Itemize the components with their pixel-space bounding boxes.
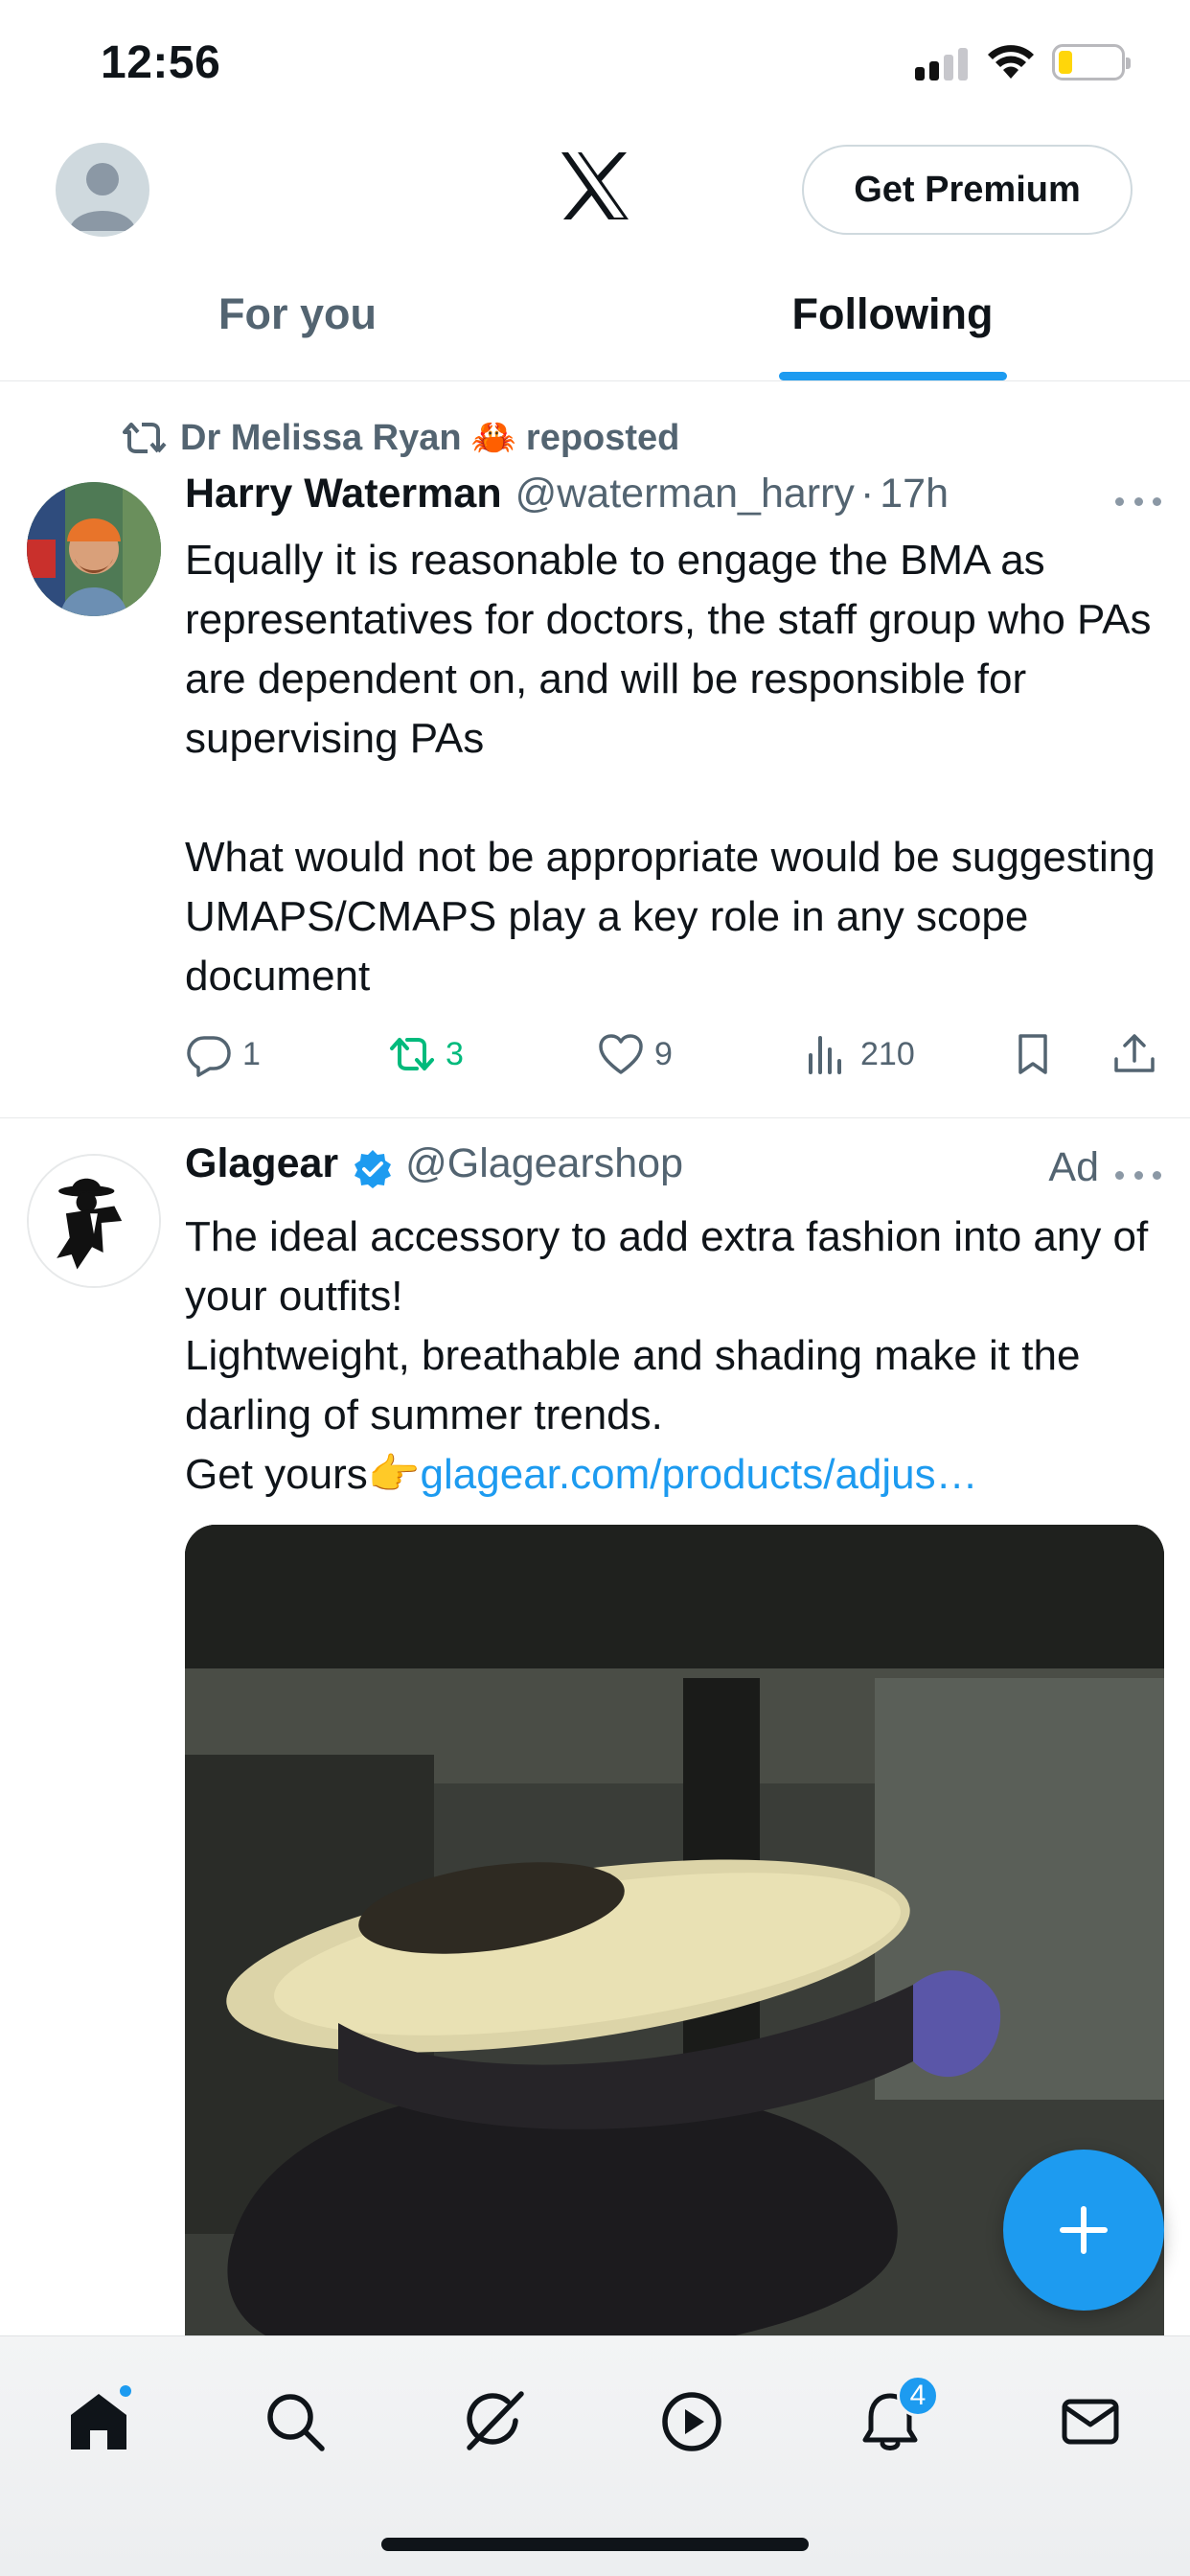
battery-icon xyxy=(1052,44,1131,80)
top-header: Get Premium xyxy=(0,129,1190,254)
glagear-logo-icon xyxy=(29,1156,159,1286)
tweet-text: Equally it is reasonable to engage the B… xyxy=(185,537,1156,1000)
like-button[interactable]: 9 xyxy=(597,1021,673,1088)
compose-tweet-button[interactable] xyxy=(1003,2150,1164,2311)
tweet[interactable]: Dr Melissa Ryan 🦀 reposted Harry Waterma… xyxy=(0,382,1190,1118)
wifi-icon xyxy=(988,45,1034,79)
nav-notifications[interactable]: 4 xyxy=(847,2375,939,2465)
tweet-header: Harry Waterman @waterman_harry · 17h xyxy=(185,471,949,528)
bookmark-icon xyxy=(1018,1034,1047,1074)
tab-label: Following xyxy=(791,289,994,338)
time-separator: · xyxy=(859,471,875,517)
retweet-icon xyxy=(390,1038,434,1070)
author-handle[interactable]: @Glagearshop xyxy=(405,1140,683,1187)
nav-grok[interactable] xyxy=(450,2379,537,2465)
author-name[interactable]: Harry Waterman xyxy=(185,471,502,518)
search-icon xyxy=(267,2394,325,2451)
status-time: 12:56 xyxy=(101,37,221,88)
tab-for-you[interactable]: For you xyxy=(0,254,595,380)
repost-context: Dr Melissa Ryan 🦀 reposted xyxy=(123,411,679,465)
nav-video[interactable] xyxy=(649,2379,735,2465)
video-icon xyxy=(662,2392,721,2451)
reply-icon xyxy=(187,1036,231,1077)
retweet-count: 3 xyxy=(446,1035,464,1072)
default-avatar-icon xyxy=(69,163,136,231)
crab-emoji: 🦀 xyxy=(470,418,516,458)
author-handle[interactable]: @waterman_harry xyxy=(515,471,855,518)
active-tab-indicator xyxy=(778,372,1007,380)
tweet-header: Glagear @Glagearshop xyxy=(185,1140,683,1198)
messages-icon xyxy=(1062,2399,1119,2445)
more-options-icon[interactable] xyxy=(1115,1165,1161,1184)
retweet-button[interactable]: 3 xyxy=(388,1021,464,1088)
tweet-actions: 1 3 9 210 xyxy=(185,1021,1164,1088)
repost-suffix: reposted xyxy=(525,417,680,458)
share-icon xyxy=(1114,1034,1155,1072)
home-new-dot xyxy=(117,2382,134,2400)
analytics-icon xyxy=(809,1036,841,1074)
author-avatar[interactable] xyxy=(27,1154,161,1288)
like-count: 9 xyxy=(654,1035,673,1072)
avatar-photo xyxy=(27,482,161,616)
tweet-text: The ideal accessory to add extra fashion… xyxy=(185,1208,1162,1505)
timeline-tabs: For you Following xyxy=(0,254,1190,381)
profile-avatar-button[interactable] xyxy=(56,143,149,237)
reply-button[interactable]: 1 xyxy=(185,1021,261,1088)
nav-messages[interactable] xyxy=(1047,2379,1133,2465)
promoted-tweet[interactable]: Glagear @Glagearshop Ad The ideal access… xyxy=(0,1119,1190,2387)
get-premium-button[interactable]: Get Premium xyxy=(802,145,1133,235)
reply-count: 1 xyxy=(242,1035,261,1072)
cellular-signal-icon xyxy=(915,46,969,80)
more-options-icon[interactable] xyxy=(1115,492,1161,511)
author-avatar[interactable] xyxy=(27,482,161,616)
tab-following[interactable]: Following xyxy=(595,254,1190,380)
share-button[interactable] xyxy=(1110,1021,1168,1088)
views-button[interactable]: 210 xyxy=(803,1021,915,1088)
repost-icon xyxy=(123,423,167,453)
x-home-timeline: 12:56 Get Premium For you Following Dr M… xyxy=(0,0,1190,2576)
status-bar: 12:56 xyxy=(0,0,1190,129)
notifications-badge: 4 xyxy=(897,2375,939,2417)
grok-icon xyxy=(467,2391,524,2450)
view-count: 210 xyxy=(860,1035,915,1072)
heart-icon xyxy=(599,1034,643,1074)
tab-label: For you xyxy=(218,289,377,338)
ad-label: Ad xyxy=(1048,1144,1099,1190)
plus-icon xyxy=(1060,2206,1108,2254)
x-logo-icon[interactable] xyxy=(558,150,632,221)
bookmark-button[interactable] xyxy=(1009,1021,1066,1088)
home-indicator[interactable] xyxy=(381,2538,809,2551)
nav-search[interactable] xyxy=(252,2379,338,2465)
nav-home[interactable] xyxy=(56,2379,142,2465)
verified-badge-icon xyxy=(355,1150,392,1188)
author-name[interactable]: Glagear xyxy=(185,1140,338,1187)
repost-author[interactable]: Dr Melissa Ryan xyxy=(180,418,462,459)
tweet-time[interactable]: 17h xyxy=(880,471,949,518)
product-link[interactable]: glagear.com/products/adjus… xyxy=(421,1451,978,1498)
